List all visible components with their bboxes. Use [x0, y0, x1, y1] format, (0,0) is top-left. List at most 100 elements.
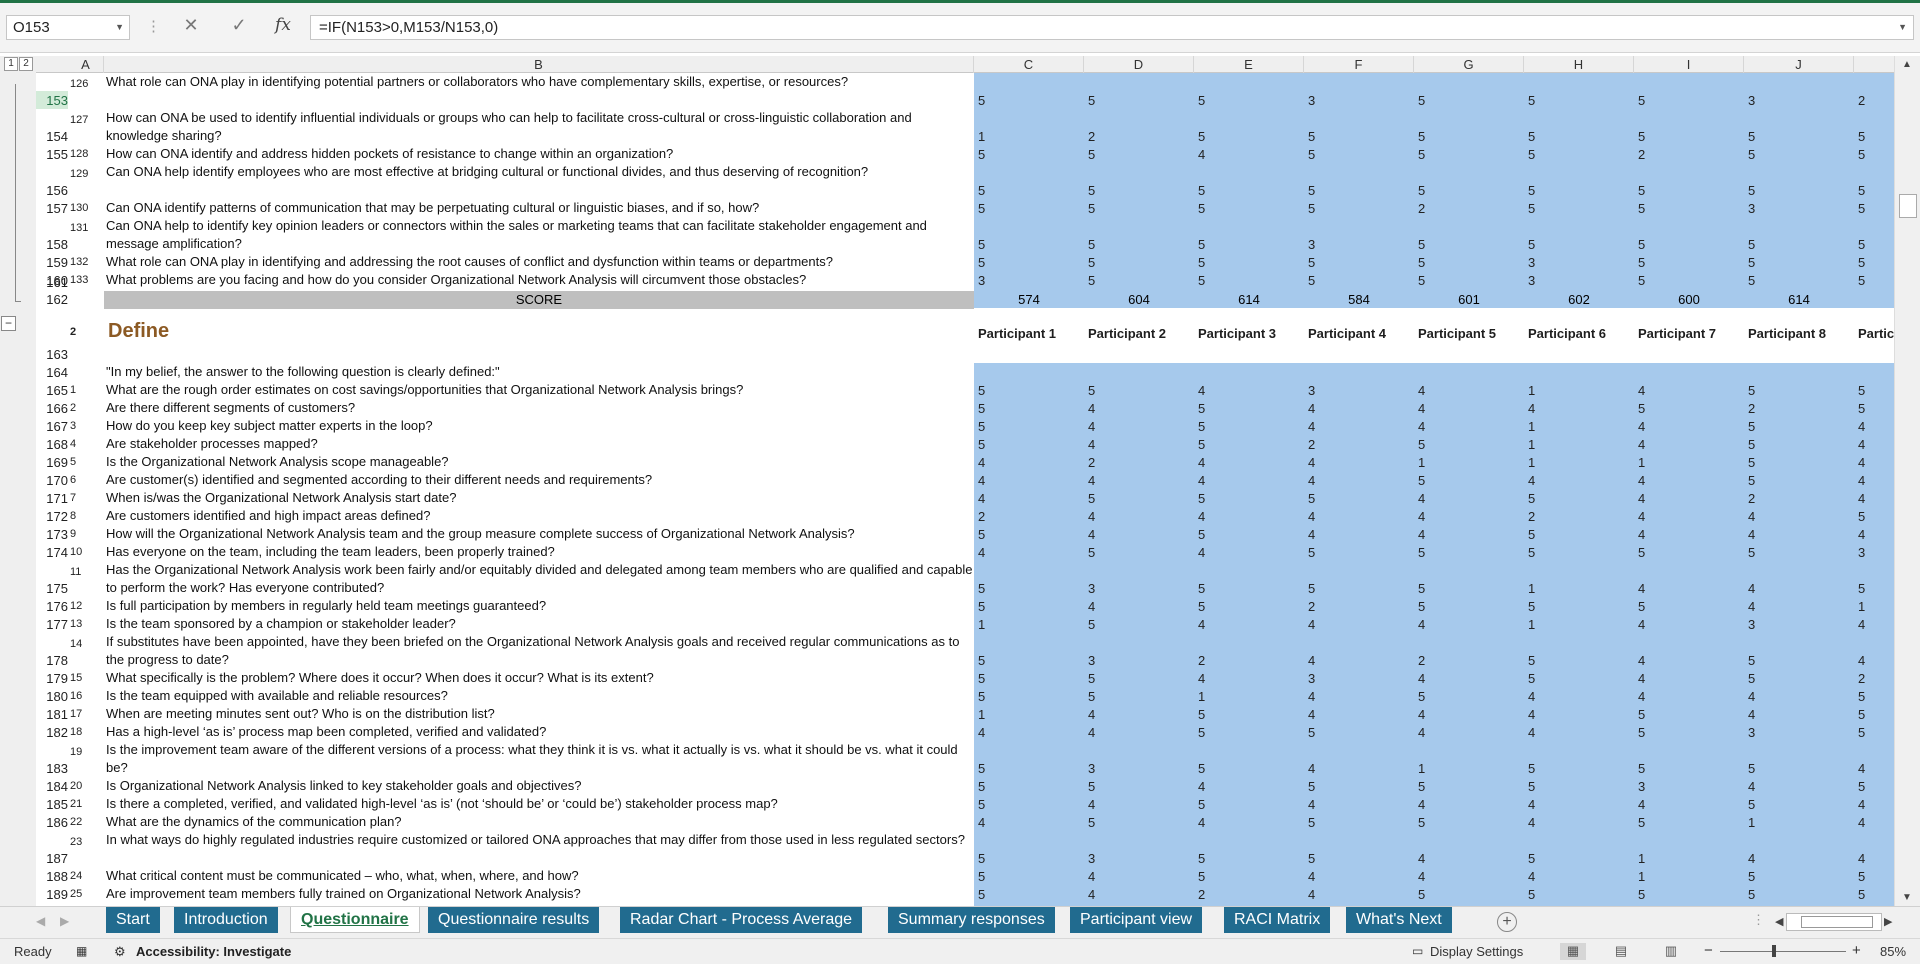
response-cell[interactable]: 5 — [1198, 707, 1205, 722]
response-cell[interactable]: 3 — [1638, 779, 1645, 794]
response-cell[interactable]: 5 — [1088, 147, 1095, 162]
score-value[interactable]: 584 — [1304, 292, 1414, 307]
response-cell[interactable]: 5 — [1308, 815, 1315, 830]
row-number[interactable]: 153 — [36, 93, 68, 108]
response-cell[interactable]: 5 — [1638, 401, 1645, 416]
response-cell[interactable]: 1 — [1418, 761, 1425, 776]
response-cell[interactable]: 4 — [1638, 689, 1645, 704]
outline-level-2-button[interactable]: 2 — [19, 57, 33, 71]
item-number[interactable]: 14 — [70, 638, 82, 650]
item-number[interactable]: 21 — [70, 798, 82, 810]
accessibility-status[interactable]: Accessibility: Investigate — [136, 944, 291, 959]
question-text[interactable]: What critical content must be communicat… — [106, 867, 974, 885]
row-number[interactable]: 185 — [36, 797, 68, 812]
row-number[interactable]: 165 — [36, 383, 68, 398]
response-cell[interactable]: 5 — [1528, 201, 1535, 216]
sheet-tab-introduction[interactable]: Introduction — [174, 907, 278, 933]
response-cell[interactable]: 4 — [1748, 509, 1755, 524]
item-number[interactable]: 23 — [70, 836, 82, 848]
response-cell[interactable]: 4 — [1418, 671, 1425, 686]
response-cell[interactable]: 4 — [978, 491, 985, 506]
response-cell[interactable]: 4 — [1088, 707, 1095, 722]
page-break-preview-icon[interactable]: ▥ — [1658, 943, 1684, 960]
col-header-g[interactable]: G — [1414, 56, 1524, 73]
response-cell[interactable]: 5 — [1308, 725, 1315, 740]
sheet-tab-summary-responses[interactable]: Summary responses — [888, 907, 1055, 933]
response-cell[interactable]: 4 — [1198, 671, 1205, 686]
row-number[interactable]: 183 — [36, 761, 68, 776]
sheet-tab-questionnaire-results[interactable]: Questionnaire results — [428, 907, 600, 933]
vertical-scrollbar[interactable]: ▲ ▼ — [1894, 56, 1920, 906]
formula-input[interactable]: =IF(N153>0,M153/N153,0) ▼ — [310, 15, 1914, 40]
row-number[interactable]: 159 — [36, 255, 68, 270]
response-cell[interactable]: 5 — [1198, 401, 1205, 416]
response-cell[interactable]: 5 — [1748, 473, 1755, 488]
item-number[interactable]: 131 — [70, 222, 88, 234]
question-text[interactable]: Is the team sponsored by a champion or s… — [106, 615, 974, 633]
response-cell[interactable]: 4 — [1638, 419, 1645, 434]
response-cell[interactable]: 4 — [1418, 869, 1425, 884]
item-number[interactable]: 132 — [70, 256, 88, 268]
row-number[interactable]: 189 — [36, 887, 68, 902]
question-text[interactable]: Are stakeholder processes mapped? — [106, 435, 974, 453]
response-cell[interactable]: 5 — [978, 887, 985, 902]
response-cell[interactable]: 5 — [1858, 887, 1865, 902]
response-cell[interactable]: 4 — [1308, 455, 1315, 470]
response-cell[interactable]: 4 — [1198, 545, 1205, 560]
sheet-grid[interactable]: 153 126 What role can ONA play in identify… — [36, 73, 1894, 906]
response-cell[interactable]: 4 — [1198, 509, 1205, 524]
response-cell[interactable]: 4 — [1198, 617, 1205, 632]
response-cell[interactable]: 5 — [1418, 599, 1425, 614]
response-cell[interactable]: 5 — [1528, 887, 1535, 902]
response-cell[interactable]: 1 — [1528, 419, 1535, 434]
response-cell[interactable]: 1 — [1638, 869, 1645, 884]
response-cell[interactable]: 5 — [1198, 581, 1205, 596]
response-cell[interactable]: 4 — [1198, 473, 1205, 488]
row-number[interactable]: 174 — [36, 545, 68, 560]
response-cell[interactable]: 1 — [1528, 617, 1535, 632]
response-cell[interactable]: 5 — [1528, 851, 1535, 866]
response-cell[interactable]: 5 — [1858, 383, 1865, 398]
response-cell[interactable]: 5 — [1198, 183, 1205, 198]
zoom-level[interactable]: 85% — [1880, 944, 1906, 959]
scroll-down-icon[interactable]: ▼ — [1902, 892, 1912, 903]
response-cell[interactable]: 4 — [1308, 401, 1315, 416]
response-cell[interactable]: 4 — [1088, 887, 1095, 902]
response-cell[interactable]: 5 — [1088, 689, 1095, 704]
response-cell[interactable]: 5 — [1308, 183, 1315, 198]
sheet-tab-start[interactable]: Start — [106, 907, 160, 933]
response-cell[interactable]: 4 — [1858, 797, 1865, 812]
row-number[interactable]: 184 — [36, 779, 68, 794]
response-cell[interactable]: 4 — [1418, 509, 1425, 524]
response-cell[interactable]: 4 — [978, 725, 985, 740]
response-cell[interactable]: 5 — [1528, 761, 1535, 776]
item-number[interactable]: 8 — [70, 510, 76, 522]
item-number[interactable]: 3 — [70, 420, 76, 432]
response-cell[interactable]: 5 — [1748, 383, 1755, 398]
response-cell[interactable]: 4 — [1528, 869, 1535, 884]
response-cell[interactable]: 4 — [1528, 725, 1535, 740]
response-cell[interactable]: 2 — [1858, 93, 1865, 108]
response-cell[interactable]: 4 — [1308, 527, 1315, 542]
response-cell[interactable]: 5 — [1528, 653, 1535, 668]
col-header-i[interactable]: I — [1634, 56, 1744, 73]
response-cell[interactable]: 1 — [1638, 455, 1645, 470]
response-cell[interactable]: 5 — [1748, 129, 1755, 144]
response-cell[interactable]: 4 — [1418, 707, 1425, 722]
expand-formula-icon[interactable]: ▼ — [1898, 22, 1907, 32]
question-text[interactable]: How will the Organizational Network Anal… — [106, 525, 974, 543]
item-number[interactable]: 2 — [70, 402, 76, 414]
page-layout-icon[interactable]: ▤ — [1608, 943, 1634, 960]
response-cell[interactable]: 4 — [1638, 797, 1645, 812]
response-cell[interactable]: 5 — [1528, 147, 1535, 162]
response-cell[interactable]: 5 — [1308, 147, 1315, 162]
response-cell[interactable]: 5 — [1308, 851, 1315, 866]
response-cell[interactable]: 2 — [1418, 201, 1425, 216]
response-cell[interactable]: 5 — [978, 237, 985, 252]
question-text[interactable]: Has the Organizational Network Analysis … — [106, 561, 974, 597]
row-number[interactable]: 178 — [36, 653, 68, 668]
response-cell[interactable]: 4 — [1858, 815, 1865, 830]
item-number[interactable]: 17 — [70, 708, 82, 720]
response-cell[interactable]: 4 — [1528, 707, 1535, 722]
response-cell[interactable]: 5 — [978, 653, 985, 668]
